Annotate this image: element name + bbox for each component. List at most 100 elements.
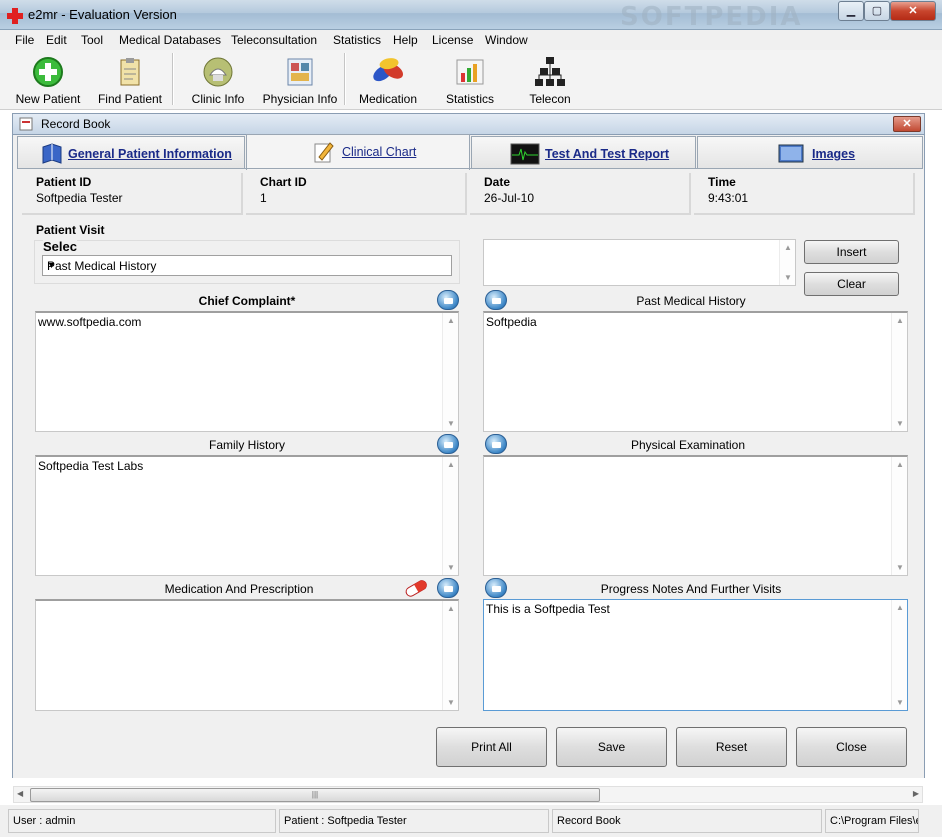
- patient-id-field: Patient ID Softpedia Tester: [22, 173, 243, 215]
- chief-complaint-textarea[interactable]: www.softpedia.com ▲ ▼: [35, 311, 459, 432]
- physical-examination-label: Physical Examination: [630, 438, 746, 452]
- tab-divider: [17, 168, 923, 169]
- chevron-down-icon[interactable]: ▼: [47, 260, 447, 270]
- time-value: 9:43:01: [708, 191, 749, 205]
- telecon-label: Telecon: [529, 92, 571, 106]
- scrollbar[interactable]: ▲ ▼: [891, 457, 907, 575]
- scrollbar[interactable]: ▲ ▼: [442, 457, 458, 575]
- clipboard-icon: [120, 58, 140, 86]
- status-bar: User : admin Patient : Softpedia Tester …: [0, 805, 942, 837]
- find-patient-button[interactable]: Find Patient: [94, 52, 166, 108]
- app-logo-icon: [7, 8, 23, 24]
- reset-button[interactable]: Reset: [676, 727, 787, 767]
- family-history-text: Softpedia Test Labs: [38, 459, 144, 473]
- medication-label: Medication: [358, 92, 418, 106]
- past-medical-history-label: Past Medical History: [636, 294, 746, 308]
- tab-images[interactable]: Images: [697, 136, 923, 169]
- telecon-button[interactable]: Telecon: [514, 52, 586, 108]
- scrollbar[interactable]: ▲ ▼: [891, 600, 907, 710]
- chart-id-value: 1: [260, 191, 267, 205]
- chief-complaint-text: www.softpedia.com: [38, 315, 142, 329]
- print-icon[interactable]: [437, 578, 459, 598]
- medication-textarea[interactable]: ▲ ▼: [35, 599, 459, 711]
- scroll-right-icon[interactable]: ▶: [913, 789, 919, 798]
- progress-notes-textarea[interactable]: This is a Softpedia Test ▲ ▼: [483, 599, 908, 711]
- scrollbar[interactable]: ▲ ▼: [779, 240, 795, 285]
- menu-edit[interactable]: Edit: [46, 33, 67, 47]
- date-field: Date 26-Jul-10: [470, 173, 691, 215]
- monitor-icon: [778, 144, 804, 163]
- menu-file[interactable]: File: [15, 33, 34, 47]
- tab-general-patient-information[interactable]: General Patient Information: [17, 136, 245, 169]
- tab-test-and-test-report[interactable]: Test And Test Report: [471, 136, 696, 169]
- insert-button[interactable]: Insert: [804, 240, 899, 264]
- menu-teleconsultation[interactable]: Teleconsultation: [231, 33, 317, 47]
- maximize-button[interactable]: ▢: [864, 1, 890, 21]
- close-window-button[interactable]: ✕: [890, 1, 936, 21]
- status-patient: Patient : Softpedia Tester: [279, 809, 549, 833]
- scrollbar[interactable]: ▲ ▼: [891, 313, 907, 431]
- window-title: e2mr - Evaluation Version: [28, 7, 177, 22]
- record-book-close-button[interactable]: ✕: [893, 116, 921, 132]
- minimize-button[interactable]: ▁: [838, 1, 864, 21]
- date-value: 26-Jul-10: [484, 191, 535, 205]
- print-icon[interactable]: [437, 290, 459, 310]
- statistics-button[interactable]: Statistics: [434, 52, 506, 108]
- close-button[interactable]: Close: [796, 727, 907, 767]
- select-label: Select: [43, 239, 77, 254]
- pills-icon: [373, 58, 403, 82]
- time-field: Time 9:43:01: [694, 173, 915, 215]
- menu-bar: File Edit Tool Medical Databases Telecon…: [0, 30, 942, 50]
- record-book-title: Record Book: [41, 117, 111, 131]
- horizontal-scrollbar[interactable]: ◀ ||| ▶: [13, 786, 923, 803]
- tab-test-label: Test And Test Report: [545, 147, 670, 161]
- family-history-label: Family History: [208, 438, 285, 452]
- past-medical-history-text: Softpedia: [486, 315, 537, 329]
- past-medical-history-textarea[interactable]: Softpedia ▲ ▼: [483, 311, 908, 432]
- menu-statistics[interactable]: Statistics: [333, 33, 381, 47]
- family-history-textarea[interactable]: Softpedia Test Labs ▲ ▼: [35, 455, 459, 576]
- scrollbar[interactable]: ▲ ▼: [442, 313, 458, 431]
- find-patient-label: Find Patient: [97, 92, 163, 106]
- patient-id-value: Softpedia Tester: [36, 191, 123, 205]
- physician-info-button[interactable]: Physician Info: [258, 52, 342, 108]
- medication-button[interactable]: Medication: [352, 52, 424, 108]
- tab-clinical-chart[interactable]: Clinical Chart: [246, 134, 470, 170]
- clinic-info-button[interactable]: Clinic Info: [182, 52, 254, 108]
- pencil-icon: [314, 142, 334, 163]
- progress-notes-text: This is a Softpedia Test: [486, 602, 610, 616]
- tab-clinical-label: Clinical Chart: [342, 145, 417, 159]
- scroll-left-icon[interactable]: ◀: [17, 789, 23, 798]
- statistics-label: Statistics: [445, 92, 494, 106]
- save-button[interactable]: Save: [556, 727, 667, 767]
- patient-id-label: Patient ID: [36, 175, 92, 189]
- toolbar-separator: [172, 53, 174, 105]
- physical-examination-textarea[interactable]: ▲ ▼: [483, 455, 908, 576]
- print-icon[interactable]: [437, 434, 459, 454]
- softpedia-watermark: SOFTPEDIA: [620, 2, 803, 32]
- physician-info-label: Physician Info: [262, 92, 338, 106]
- print-all-button[interactable]: Print All: [436, 727, 547, 767]
- toolbar-separator: [344, 53, 346, 105]
- record-book-titlebar: Record Book ✕: [12, 113, 925, 135]
- plus-icon: [33, 57, 63, 87]
- status-module: Record Book: [552, 809, 822, 833]
- toolbar: New Patient Find Patient Clinic Info Phy…: [0, 50, 942, 110]
- book-icon: [42, 143, 62, 164]
- visit-section-dropdown[interactable]: Past Medical History ▼: [42, 255, 452, 276]
- scrollbar-thumb[interactable]: |||: [30, 788, 600, 802]
- ecg-monitor-icon: [510, 143, 540, 165]
- visit-notes-input[interactable]: ▲ ▼: [483, 239, 796, 286]
- chart-id-label: Chart ID: [260, 175, 307, 189]
- capsule-icon[interactable]: [402, 578, 430, 598]
- new-patient-button[interactable]: New Patient: [12, 52, 84, 108]
- scrollbar[interactable]: ▲ ▼: [442, 601, 458, 710]
- menu-license[interactable]: License: [432, 33, 473, 47]
- menu-medical-databases[interactable]: Medical Databases: [119, 33, 221, 47]
- menu-window[interactable]: Window: [485, 33, 528, 47]
- new-patient-label: New Patient: [15, 92, 81, 106]
- bar-chart-icon: [456, 59, 484, 85]
- menu-help[interactable]: Help: [393, 33, 418, 47]
- medication-prescription-label: Medication And Prescription: [164, 582, 314, 596]
- menu-tool[interactable]: Tool: [81, 33, 103, 47]
